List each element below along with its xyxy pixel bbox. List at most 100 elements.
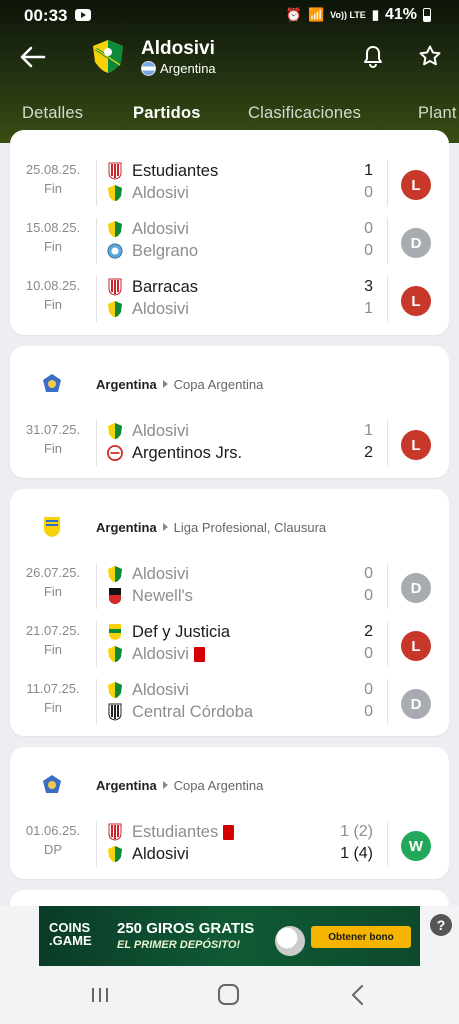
volte-label: Vo)) LTE bbox=[330, 9, 366, 20]
match-status: Fin bbox=[43, 181, 63, 196]
home-icon[interactable] bbox=[218, 984, 239, 1005]
match-date: 15.08.25. bbox=[25, 220, 81, 235]
divider bbox=[387, 218, 388, 264]
notification-bell-icon[interactable] bbox=[362, 44, 384, 68]
match-row[interactable]: 01.06.25. DP Estudiantes Aldosivi 1 (2) … bbox=[10, 821, 449, 871]
divider bbox=[96, 821, 97, 867]
match-row[interactable]: 15.08.25. Fin Aldosivi Belgrano 0 0 D bbox=[10, 218, 449, 268]
competition-card: Argentina Copa Argentina 31.07.25. Fin A… bbox=[10, 346, 449, 478]
result-badge: W bbox=[401, 831, 431, 861]
away-team: Central Córdoba bbox=[107, 701, 253, 723]
estudiantes-logo-icon bbox=[108, 823, 122, 841]
result-badge: L bbox=[401, 430, 431, 460]
away-score: 0 bbox=[364, 242, 373, 259]
home-score: 0 bbox=[364, 220, 373, 237]
match-row[interactable]: 10.08.25. Fin Barracas Aldosivi 3 1 L bbox=[10, 276, 449, 326]
divider bbox=[96, 563, 97, 609]
battery-icon bbox=[423, 8, 431, 22]
away-team-name: Aldosivi bbox=[132, 644, 189, 663]
divider bbox=[387, 621, 388, 667]
match-date: 11.07.25. bbox=[26, 681, 80, 696]
result-badge: L bbox=[401, 170, 431, 200]
home-team-name: Aldosivi bbox=[132, 680, 189, 699]
away-team-name: Aldosivi bbox=[132, 183, 189, 202]
match-status: Fin bbox=[43, 239, 63, 254]
match-row[interactable]: 21.07.25. Fin Def y Justicia Aldosivi 2 … bbox=[10, 621, 449, 671]
match-row[interactable]: 25.08.25. Fin Estudiantes Aldosivi 1 0 L bbox=[10, 160, 449, 210]
away-team: Aldosivi bbox=[107, 643, 205, 665]
competition-name: Copa Argentina bbox=[173, 376, 264, 392]
competition-header[interactable]: Argentina Liga Profesional, Clausura bbox=[10, 507, 449, 547]
newells-logo-icon bbox=[109, 588, 121, 604]
tab-plantilla[interactable]: Plant bbox=[418, 104, 457, 123]
divider bbox=[96, 160, 97, 206]
competition-country: Argentina bbox=[96, 519, 157, 535]
competition-name: Liga Profesional, Clausura bbox=[173, 519, 327, 535]
home-team-name: Aldosivi bbox=[132, 564, 189, 583]
away-team-name: Argentinos Jrs. bbox=[132, 443, 243, 462]
back-arrow-icon[interactable] bbox=[18, 42, 48, 72]
tab-detalles[interactable]: Detalles bbox=[22, 104, 83, 123]
away-team-name: Newell's bbox=[132, 586, 193, 605]
match-date: 21.07.25. bbox=[25, 623, 81, 638]
divider bbox=[96, 420, 97, 466]
match-status: Fin bbox=[43, 297, 63, 312]
divider bbox=[387, 160, 388, 206]
divider bbox=[387, 276, 388, 322]
divider bbox=[96, 276, 97, 322]
away-score: 2 bbox=[364, 444, 373, 461]
ad-banner[interactable]: COINS .GAME 250 GIROS GRATIS EL PRIMER D… bbox=[39, 906, 420, 966]
argentina-flag-icon bbox=[141, 61, 156, 76]
match-status: Fin bbox=[43, 700, 63, 715]
away-team-name: Aldosivi bbox=[132, 844, 189, 863]
match-status: Fin bbox=[43, 584, 63, 599]
match-row[interactable]: 11.07.25. Fin Aldosivi Central Córdoba 0… bbox=[10, 679, 449, 729]
match-date: 01.06.25. bbox=[25, 823, 81, 838]
aldosivi-logo-icon bbox=[108, 646, 122, 662]
away-score: 0 bbox=[364, 184, 373, 201]
ad-brand: COINS .GAME bbox=[49, 921, 92, 947]
home-score: 1 bbox=[364, 422, 373, 439]
divider bbox=[96, 621, 97, 667]
copa-argentina-icon bbox=[43, 374, 61, 392]
competition-header[interactable]: Argentina Copa Argentina bbox=[10, 765, 449, 805]
team-country[interactable]: Argentina bbox=[141, 61, 216, 76]
status-time: 00:33 bbox=[24, 6, 68, 25]
away-team: Belgrano bbox=[107, 240, 198, 262]
divider bbox=[96, 679, 97, 725]
result-badge: L bbox=[401, 631, 431, 661]
divider bbox=[387, 563, 388, 609]
home-team-name: Aldosivi bbox=[132, 421, 189, 440]
match-row[interactable]: 31.07.25. Fin Aldosivi Argentinos Jrs. 1… bbox=[10, 420, 449, 470]
match-row[interactable]: 26.07.25. Fin Aldosivi Newell's 0 0 D bbox=[10, 563, 449, 613]
competition-country: Argentina bbox=[96, 777, 157, 793]
home-team: Estudiantes bbox=[107, 160, 218, 182]
ad-help-icon[interactable]: ? bbox=[430, 914, 452, 936]
away-team: Aldosivi bbox=[107, 182, 189, 204]
ad-cta-button[interactable]: Obtener bono bbox=[311, 926, 411, 948]
youtube-notification-icon bbox=[75, 9, 91, 21]
competition-card: Argentina Liga Profesional, Clausura 26.… bbox=[10, 489, 449, 736]
home-team-name: Aldosivi bbox=[132, 219, 189, 238]
home-score: 2 bbox=[364, 623, 373, 640]
home-team: Aldosivi bbox=[107, 679, 189, 701]
recent-apps-icon[interactable] bbox=[90, 985, 110, 1005]
system-back-icon[interactable] bbox=[348, 984, 368, 1006]
competition-header[interactable]: Argentina Copa Argentina bbox=[10, 364, 449, 404]
match-status: DP bbox=[43, 842, 63, 857]
aldosivi-logo-icon bbox=[108, 423, 122, 439]
soccer-ball-icon bbox=[275, 926, 305, 956]
away-team: Aldosivi bbox=[107, 843, 189, 865]
match-date: 26.07.25. bbox=[25, 565, 81, 580]
tab-clasificaciones[interactable]: Clasificaciones bbox=[248, 104, 361, 123]
tab-partidos[interactable]: Partidos bbox=[133, 104, 201, 123]
ad-title: 250 GIROS GRATIS bbox=[117, 920, 255, 937]
home-team: Def y Justicia bbox=[107, 621, 230, 643]
favorite-star-icon[interactable] bbox=[418, 44, 442, 68]
divider bbox=[387, 821, 388, 867]
home-score: 3 bbox=[364, 278, 373, 295]
match-date: 31.07.25. bbox=[25, 422, 81, 437]
home-team-name: Estudiantes bbox=[132, 161, 219, 180]
result-badge: D bbox=[401, 689, 431, 719]
central-cordoba-logo-icon bbox=[108, 703, 122, 721]
